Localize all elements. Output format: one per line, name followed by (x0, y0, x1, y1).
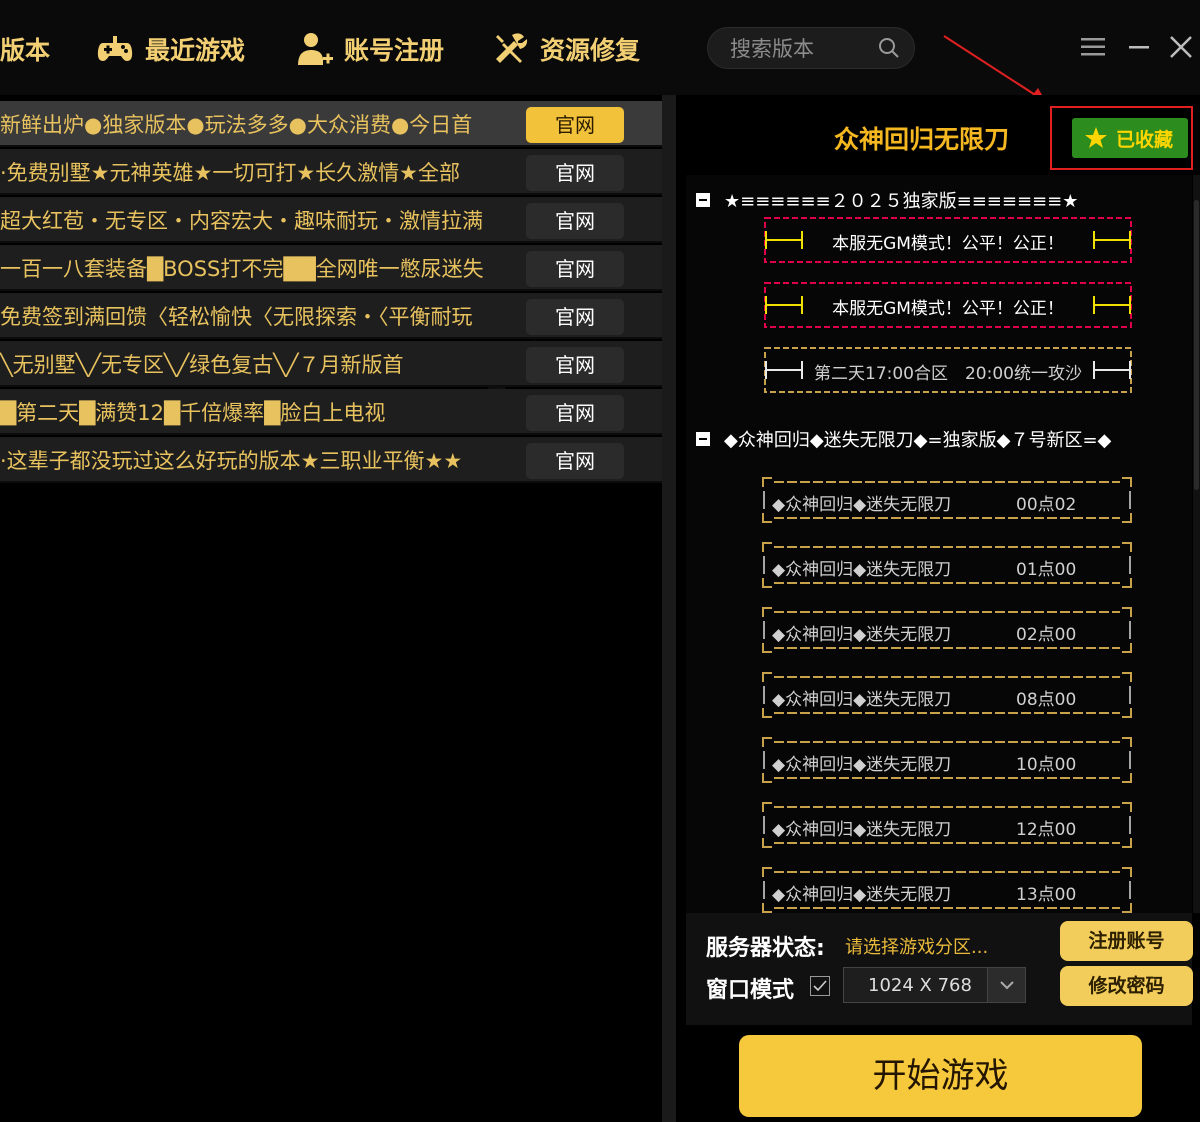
official-site-button[interactable]: 官网 (526, 443, 624, 479)
game-title: ·免费别墅★元神英雄★一切可打★长久激情★全部 (0, 161, 460, 185)
game-list-row[interactable]: 超大红苞・无专区・内容宏大・趣味耐玩・激情拉满 官网 (0, 197, 662, 243)
panel-divider[interactable] (662, 95, 676, 1122)
server-zone-item[interactable]: ◆众神回归◆迷失无限刀 00点02 (762, 477, 1132, 523)
tree-collapse-icon[interactable] (696, 432, 710, 446)
game-list-row[interactable]: ·这辈子都没玩过这么好玩的版本★三职业平衡★★ 官网 (0, 437, 662, 483)
game-title: 新鲜出炉●独家版本●玩法多多●大众消费●今日首 (0, 113, 473, 137)
tree-group-new-zone[interactable]: ◆众神回归◆迷失无限刀◆=独家版◆７号新区=◆ (696, 426, 1111, 452)
zone-name: ◆众神回归◆迷失无限刀 (772, 495, 952, 515)
notice-item[interactable]: 本服无GM模式！公平！公正！ (764, 217, 1132, 263)
notice-item[interactable]: 本服无GM模式！公平！公正！ (764, 282, 1132, 328)
nav-account-register[interactable]: 账号注册 (294, 26, 444, 72)
game-list-row[interactable]: 新鲜出炉●独家版本●玩法多多●大众消费●今日首 官网 (0, 101, 662, 147)
game-list-row[interactable]: █第二天█满赞12█千倍爆率█脸白上电视 官网 (0, 389, 662, 435)
official-site-button[interactable]: 官网 (526, 251, 624, 287)
search-icon[interactable] (878, 37, 900, 59)
chevron-down-icon (1000, 981, 1014, 990)
search-input[interactable] (730, 34, 880, 64)
server-zone-item[interactable]: ◆众神回归◆迷失无限刀 12点00 (762, 802, 1132, 848)
zone-open-time: 13点00 (1016, 885, 1077, 905)
nav-resource-repair-label: 资源修复 (540, 36, 641, 65)
game-list-row[interactable]: 免费签到满回馈〈轻松愉快〈无限探索・〈平衡耐玩 官网 (0, 293, 662, 339)
annotation-highlight-box (1050, 106, 1193, 170)
notice-text: 本服无GM模式！公平！公正！ (832, 299, 1064, 319)
nav-recent-games[interactable]: 最近游戏 (95, 26, 245, 72)
game-list-row[interactable]: 一百一八套装备█BOSS打不完██全网唯一憋尿迷失 官网 (0, 245, 662, 291)
nav-resource-repair[interactable]: 资源修复 (490, 26, 640, 72)
server-zone-item[interactable]: ◆众神回归◆迷失无限刀 02点00 (762, 607, 1132, 653)
game-title: █第二天█满赞12█千倍爆率█脸白上电视 (0, 401, 386, 425)
zone-name: ◆众神回归◆迷失无限刀 (772, 560, 952, 580)
server-zone-item[interactable]: ◆众神回归◆迷失无限刀 13点00 (762, 867, 1132, 913)
server-zone-item[interactable]: ◆众神回归◆迷失无限刀 10点00 (762, 737, 1132, 783)
nav-partial-title-label: 版本 (0, 36, 51, 65)
zone-name: ◆众神回归◆迷失无限刀 (772, 690, 952, 710)
game-title: 免费签到满回馈〈轻松愉快〈无限探索・〈平衡耐玩 (0, 305, 473, 329)
zone-name: ◆众神回归◆迷失无限刀 (772, 755, 952, 775)
tree-scrollbar-thumb[interactable] (1194, 200, 1199, 490)
official-site-button[interactable]: 官网 (526, 347, 624, 383)
game-list-row[interactable]: ╲无别墅╲╱无专区╲╱绿色复古╲╱７月新版首 官网 (0, 341, 662, 387)
window-mode-label: 窗口模式 (706, 978, 795, 1003)
tree-group-2025-label: ★≡≡≡≡≡≡２０２５独家版≡≡≡≡≡≡≡★ (724, 191, 1079, 212)
zone-open-time: 08点00 (1016, 690, 1077, 710)
server-zone-tree: ★≡≡≡≡≡≡２０２５独家版≡≡≡≡≡≡≡★ 本服无GM模式！公平！公正！ 本服… (686, 175, 1192, 913)
resolution-select[interactable]: 1024 X 768 (843, 967, 1026, 1003)
gamepad-icon (97, 36, 133, 61)
zone-name: ◆众神回归◆迷失无限刀 (772, 885, 952, 905)
game-title: 超大红苞・无专区・内容宏大・趣味耐玩・激情拉满 (0, 209, 483, 233)
zone-open-time: 12点00 (1016, 820, 1077, 840)
game-list-row[interactable]: ·免费别墅★元神英雄★一切可打★长久激情★全部 官网 (0, 149, 662, 195)
server-name-title: 众神回归无限刀 (834, 125, 1010, 154)
server-zone-item[interactable]: ◆众神回归◆迷失无限刀 01点00 (762, 542, 1132, 588)
zone-open-time: 00点02 (1016, 495, 1077, 515)
zone-name: ◆众神回归◆迷失无限刀 (772, 820, 952, 840)
notice-text: 本服无GM模式！公平！公正！ (832, 234, 1064, 254)
official-site-button[interactable]: 官网 (526, 107, 624, 143)
start-game-button[interactable]: 开始游戏 (739, 1035, 1142, 1117)
zone-open-time: 10点00 (1016, 755, 1077, 775)
server-zone-item[interactable]: ◆众神回归◆迷失无限刀 08点00 (762, 672, 1132, 718)
change-password-button[interactable]: 修改密码 (1060, 966, 1193, 1006)
checkbox-check-icon (813, 980, 827, 992)
user-add-icon (298, 33, 333, 65)
server-status-value: 请选择游戏分区... (845, 937, 989, 958)
resolution-value: 1024 X 768 (868, 975, 972, 996)
tools-icon (496, 33, 528, 63)
official-site-button[interactable]: 官网 (526, 203, 624, 239)
notice-text: 第二天17:00合区 20:00统一攻沙 (814, 364, 1082, 384)
window-mode-checkbox[interactable] (810, 976, 830, 996)
game-title: ·这辈子都没玩过这么好玩的版本★三职业平衡★★ (0, 449, 463, 473)
official-site-button[interactable]: 官网 (526, 395, 624, 431)
official-site-button[interactable]: 官网 (526, 155, 624, 191)
game-title: 一百一八套装备█BOSS打不完██全网唯一憋尿迷失 (0, 257, 484, 281)
search-box[interactable] (707, 27, 915, 69)
minimize-icon[interactable] (1124, 32, 1154, 62)
notice-item[interactable]: 第二天17:00合区 20:00统一攻沙 (764, 347, 1132, 393)
zone-open-time: 02点00 (1016, 625, 1077, 645)
resolution-dropdown-button[interactable] (987, 968, 1025, 1002)
menu-icon[interactable] (1078, 32, 1108, 62)
game-title: ╲无别墅╲╱无专区╲╱绿色复古╲╱７月新版首 (0, 353, 404, 377)
official-site-button[interactable]: 官网 (526, 299, 624, 335)
tree-group-2025[interactable]: ★≡≡≡≡≡≡２０２５独家版≡≡≡≡≡≡≡★ (696, 187, 1078, 213)
close-icon[interactable] (1166, 32, 1196, 62)
nav-recent-games-label: 最近游戏 (145, 36, 246, 65)
tree-collapse-icon[interactable] (696, 193, 710, 207)
register-account-button[interactable]: 注册账号 (1060, 921, 1193, 961)
zone-name: ◆众神回归◆迷失无限刀 (772, 625, 952, 645)
server-status-label: 服务器状态: (706, 936, 825, 961)
zone-open-time: 01点00 (1016, 560, 1077, 580)
nav-partial-title[interactable]: 版本 (0, 26, 50, 72)
nav-account-register-label: 账号注册 (344, 36, 445, 65)
tree-group-new-zone-label: ◆众神回归◆迷失无限刀◆=独家版◆７号新区=◆ (724, 430, 1112, 451)
